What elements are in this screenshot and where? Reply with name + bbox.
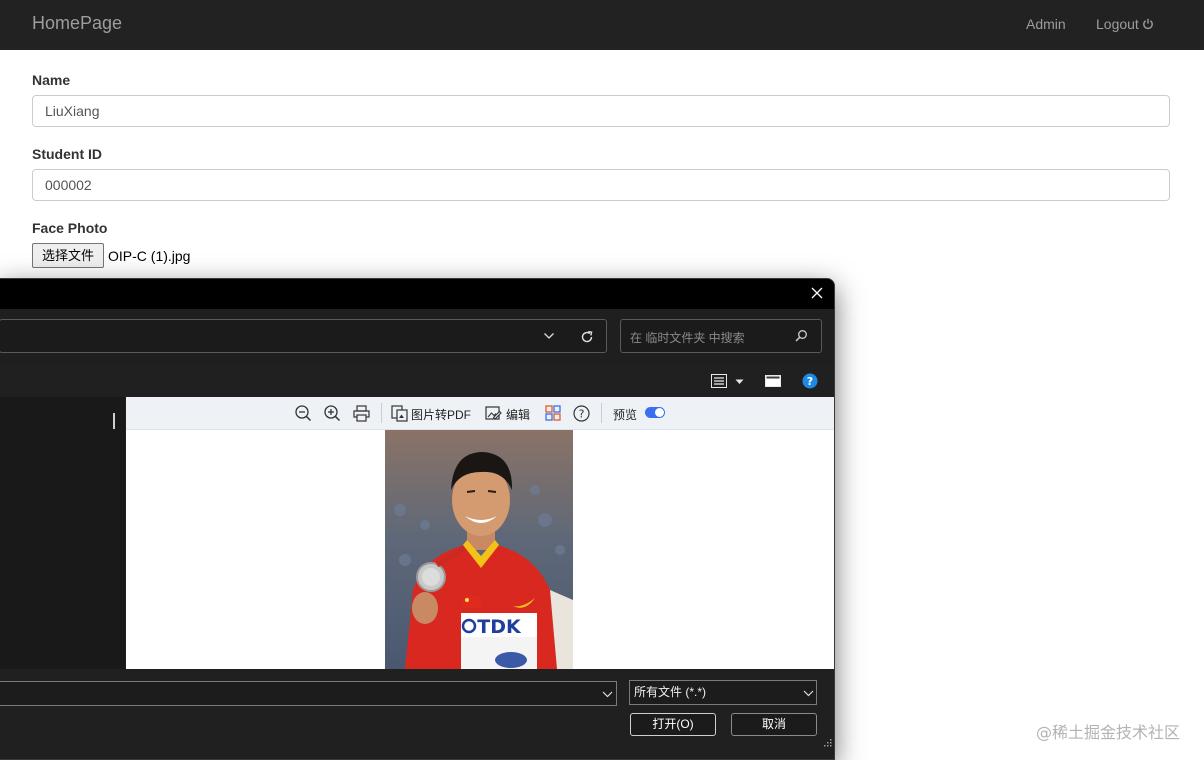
choose-file-button[interactable]: 选择文件 [32,243,104,268]
dialog-titlebar[interactable] [0,279,834,309]
student-id-input[interactable]: 000002 [32,169,1170,201]
file-open-dialog: 在 临时文件夹 中搜索 ? 图片转PDF 编辑 ? 预览 TDK 所有文件 (*… [0,278,835,760]
resize-grip-icon[interactable] [822,737,832,747]
search-icon [795,330,807,342]
preview-toolbar: 图片转PDF 编辑 ? 预览 [126,397,834,430]
edit-label[interactable]: 编辑 [506,406,530,423]
zoom-in-icon[interactable] [324,405,341,422]
file-type-select[interactable]: 所有文件 (*.*) [629,680,817,705]
open-button[interactable]: 打开(O) [630,713,716,736]
chevron-down-icon[interactable] [602,691,613,698]
chevron-down-icon[interactable] [803,690,814,697]
chevron-down-icon[interactable] [543,332,555,340]
preview-toggle-label: 预览 [613,408,638,422]
logout-label: Logout [1096,16,1139,32]
navigation-scrollbar[interactable] [113,413,115,429]
name-input[interactable]: LiuXiang [32,95,1170,127]
edit-icon[interactable] [485,405,502,422]
logout-link[interactable]: Logout [1096,16,1154,32]
svg-text:?: ? [579,408,585,421]
address-bar[interactable] [0,319,607,353]
cancel-button[interactable]: 取消 [731,713,817,736]
chosen-file-name: OIP-C (1).jpg [108,248,191,264]
power-icon [1142,18,1153,30]
svg-text:?: ? [807,375,813,388]
image-to-pdf-label[interactable]: 图片转PDF [411,406,471,423]
toolbar-divider [381,403,382,423]
preview-toggle[interactable] [645,407,665,418]
svg-text:TDK: TDK [477,616,522,638]
watermark: @稀土掘金技术社区 [1036,723,1181,742]
file-type-value: 所有文件 (*.*) [634,685,707,699]
refresh-icon[interactable] [580,330,594,344]
question-icon[interactable]: ? [573,405,590,422]
help-icon[interactable]: ? [802,373,818,389]
view-options-chevron-icon[interactable] [735,379,744,385]
dialog-footer: 所有文件 (*.*) 打开(O) 取消 [0,669,834,759]
command-bar: ? [0,365,834,397]
search-field[interactable]: 在 临时文件夹 中搜索 [620,319,822,353]
preview-pane: 图片转PDF 编辑 ? 预览 TDK [126,397,834,669]
brand-link[interactable]: HomePage [32,13,122,34]
top-navbar: HomePage Admin Logout [0,0,1204,50]
print-icon[interactable] [353,405,370,422]
face-photo-label: Face Photo [32,220,108,236]
close-icon[interactable] [809,285,825,301]
photo-preview: TDK [385,430,573,669]
toolbar-divider [601,403,602,423]
zoom-out-icon[interactable] [295,405,312,422]
image-to-pdf-icon[interactable] [391,405,408,422]
preview-pane-icon[interactable] [765,375,781,387]
admin-link[interactable]: Admin [1026,16,1066,32]
view-list-icon[interactable] [711,374,727,388]
student-id-label: Student ID [32,146,102,162]
apps-icon[interactable] [545,405,561,421]
file-name-input[interactable] [0,681,617,706]
name-label: Name [32,72,71,88]
navigation-pane[interactable] [0,397,125,669]
search-placeholder: 在 临时文件夹 中搜索 [630,331,745,345]
